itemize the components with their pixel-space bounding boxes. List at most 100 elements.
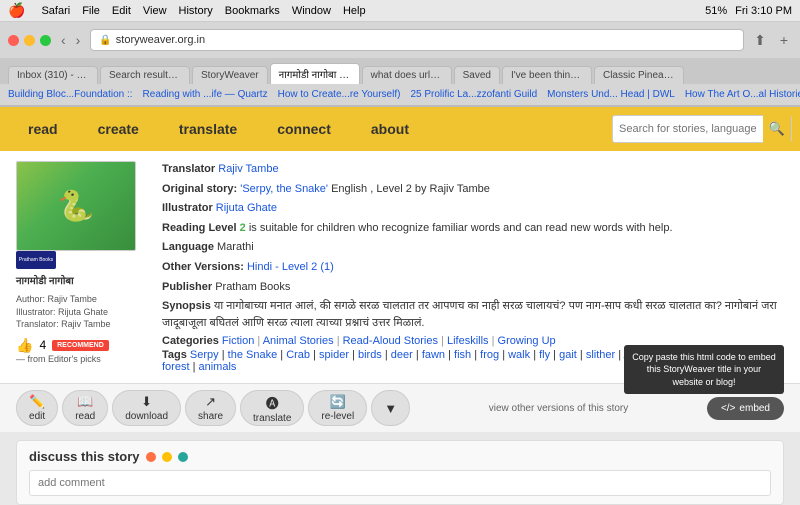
menubar-right: 51% Fri 3:10 PM: [705, 5, 792, 17]
category-readaloud[interactable]: Read-Aloud Stories: [343, 335, 438, 347]
address-bar[interactable]: 🔒 storyweaver.org.in: [90, 29, 744, 51]
tab-search[interactable]: Search results - Goo...: [100, 66, 190, 84]
tab-inbox[interactable]: Inbox (310) - menak...: [8, 66, 98, 84]
other-versions-row: Other Versions: Hindi - Level 2 (1): [162, 259, 784, 277]
tab-storyweaver[interactable]: StoryWeaver: [192, 66, 268, 84]
editor-pick-text: — from Editor's picks: [16, 354, 101, 364]
synopsis-text: Synopsis या नागोबाच्या मनात आलं, की सगळे…: [162, 298, 784, 331]
bookmark-create[interactable]: How to Create...re Yourself): [278, 89, 401, 100]
tag-walk[interactable]: walk: [508, 349, 530, 361]
tag-animals[interactable]: animals: [199, 361, 237, 373]
edit-menu[interactable]: Edit: [112, 5, 131, 17]
close-button[interactable]: [8, 35, 19, 46]
file-menu[interactable]: File: [82, 5, 100, 17]
bookmark-art[interactable]: How The Art O...al Histories: [685, 89, 800, 100]
tab-pineapple[interactable]: Classic Pineapple U...: [594, 66, 684, 84]
original-story-level: English , Level 2: [331, 183, 412, 195]
translator-row: Translator Rajiv Tambe: [162, 161, 784, 179]
share-browser-button[interactable]: ⬆: [750, 30, 770, 51]
category-fiction[interactable]: Fiction: [222, 335, 254, 347]
tag-serpy[interactable]: Serpy: [190, 349, 219, 361]
synopsis-body: या नागोबाच्या मनात आलं, की सगळे सरळ चालत…: [162, 300, 777, 329]
relevel-icon: 🔄: [330, 394, 346, 410]
action-bar: ✏️ edit 📖 read ⬇ download ↗ share 🅐 tran…: [0, 383, 800, 432]
tag-fawn[interactable]: fawn: [422, 349, 445, 361]
tag-crab[interactable]: Crab: [286, 349, 310, 361]
tag-fish[interactable]: fish: [454, 349, 471, 361]
tab-nagmodi[interactable]: नागमोडी नागोबा by Raj...: [270, 63, 360, 84]
other-versions-link[interactable]: Hindi - Level 2 (1): [247, 261, 334, 273]
translate-label: translate: [253, 413, 291, 424]
embed-tooltip: Copy paste this html code to embed this …: [624, 345, 784, 395]
illustrator-name-link[interactable]: Rijuta Ghate: [216, 202, 277, 214]
bookmark-monsters[interactable]: Monsters Und... Head | DWL: [547, 89, 675, 100]
tag-birds[interactable]: birds: [358, 349, 382, 361]
tag-fly[interactable]: fly: [539, 349, 550, 361]
back-button[interactable]: ‹: [57, 30, 70, 50]
minimize-button[interactable]: [24, 35, 35, 46]
bookmark-reading[interactable]: Reading with ...ife — Quartz: [143, 89, 268, 100]
tab-thinking[interactable]: I've been thinking fo...: [502, 66, 592, 84]
tag-forest[interactable]: forest: [162, 361, 190, 373]
nav-read[interactable]: read: [8, 107, 78, 151]
download-button[interactable]: ⬇ download: [112, 390, 181, 426]
nav-create[interactable]: create: [78, 107, 159, 151]
right-panel: Translator Rajiv Tambe Original story: '…: [162, 161, 784, 373]
original-story-link[interactable]: 'Serpy, the Snake': [240, 183, 328, 195]
thumb-icon: 👍: [16, 337, 33, 354]
browser-chrome: ‹ › 🔒 storyweaver.org.in ⬆ + Inbox (310)…: [0, 22, 800, 107]
help-menu[interactable]: Help: [343, 5, 366, 17]
edit-button[interactable]: ✏️ edit: [16, 390, 58, 426]
search-input[interactable]: [613, 121, 763, 137]
download-label: download: [125, 411, 168, 422]
synopsis-label: Synopsis: [162, 300, 211, 312]
bookmark-prolific[interactable]: 25 Prolific La...zzofanti Guild: [410, 89, 537, 100]
reading-level-label: Reading Level: [162, 222, 237, 234]
safari-menu[interactable]: Safari: [41, 5, 70, 17]
other-versions-label: Other Versions:: [162, 261, 244, 273]
original-story-label: Original story:: [162, 183, 237, 195]
reading-level-row: Reading Level 2 is suitable for children…: [162, 220, 784, 238]
tab-url[interactable]: what does url stand...: [362, 66, 452, 84]
language-value: Marathi: [217, 241, 254, 253]
forward-button[interactable]: ›: [72, 30, 85, 50]
download-icon: ⬇: [141, 394, 152, 410]
fullscreen-button[interactable]: [40, 35, 51, 46]
category-lifeskills[interactable]: Lifeskills: [447, 335, 489, 347]
nav-translate[interactable]: translate: [159, 107, 257, 151]
share-icon: ↗: [205, 394, 216, 410]
chevron-down-button[interactable]: ▼: [371, 390, 410, 426]
tab-saved[interactable]: Saved: [454, 66, 500, 84]
share-button[interactable]: ↗ share: [185, 390, 236, 426]
history-menu[interactable]: History: [179, 5, 213, 17]
clock: Fri 3:10 PM: [735, 5, 792, 17]
book-cover: 🐍: [16, 161, 136, 251]
category-growingup[interactable]: Growing Up: [498, 335, 556, 347]
search-button[interactable]: 🔍: [763, 115, 791, 143]
bookmarks-menu[interactable]: Bookmarks: [225, 5, 280, 17]
translate-button[interactable]: 🅐 translate: [240, 390, 304, 426]
tag-snake[interactable]: the Snake: [228, 349, 278, 361]
relevel-button[interactable]: 🔄 re-level: [308, 390, 367, 426]
apple-icon[interactable]: 🍎: [8, 2, 25, 19]
categories-label: Categories: [162, 335, 219, 347]
comment-input[interactable]: [29, 470, 771, 496]
window-menu[interactable]: Window: [292, 5, 331, 17]
tag-frog[interactable]: frog: [480, 349, 499, 361]
read-button[interactable]: 📖 read: [62, 390, 108, 426]
tag-deer[interactable]: deer: [391, 349, 413, 361]
bookmark-building[interactable]: Building Bloc...Foundation ::: [8, 89, 133, 100]
search-bar: 🔍: [612, 115, 792, 143]
embed-button[interactable]: Copy paste this html code to embed this …: [707, 397, 784, 420]
nav-about[interactable]: about: [351, 107, 429, 151]
translator-name-link[interactable]: Rajiv Tambe: [218, 163, 278, 175]
category-animal[interactable]: Animal Stories: [263, 335, 334, 347]
tag-slither[interactable]: slither: [586, 349, 615, 361]
embed-label: embed: [739, 403, 770, 414]
nav-connect[interactable]: connect: [257, 107, 351, 151]
tag-spider[interactable]: spider: [319, 349, 349, 361]
tag-gait[interactable]: gait: [559, 349, 577, 361]
view-menu[interactable]: View: [143, 5, 167, 17]
add-tab-button[interactable]: +: [776, 30, 792, 50]
edit-icon: ✏️: [29, 394, 45, 410]
